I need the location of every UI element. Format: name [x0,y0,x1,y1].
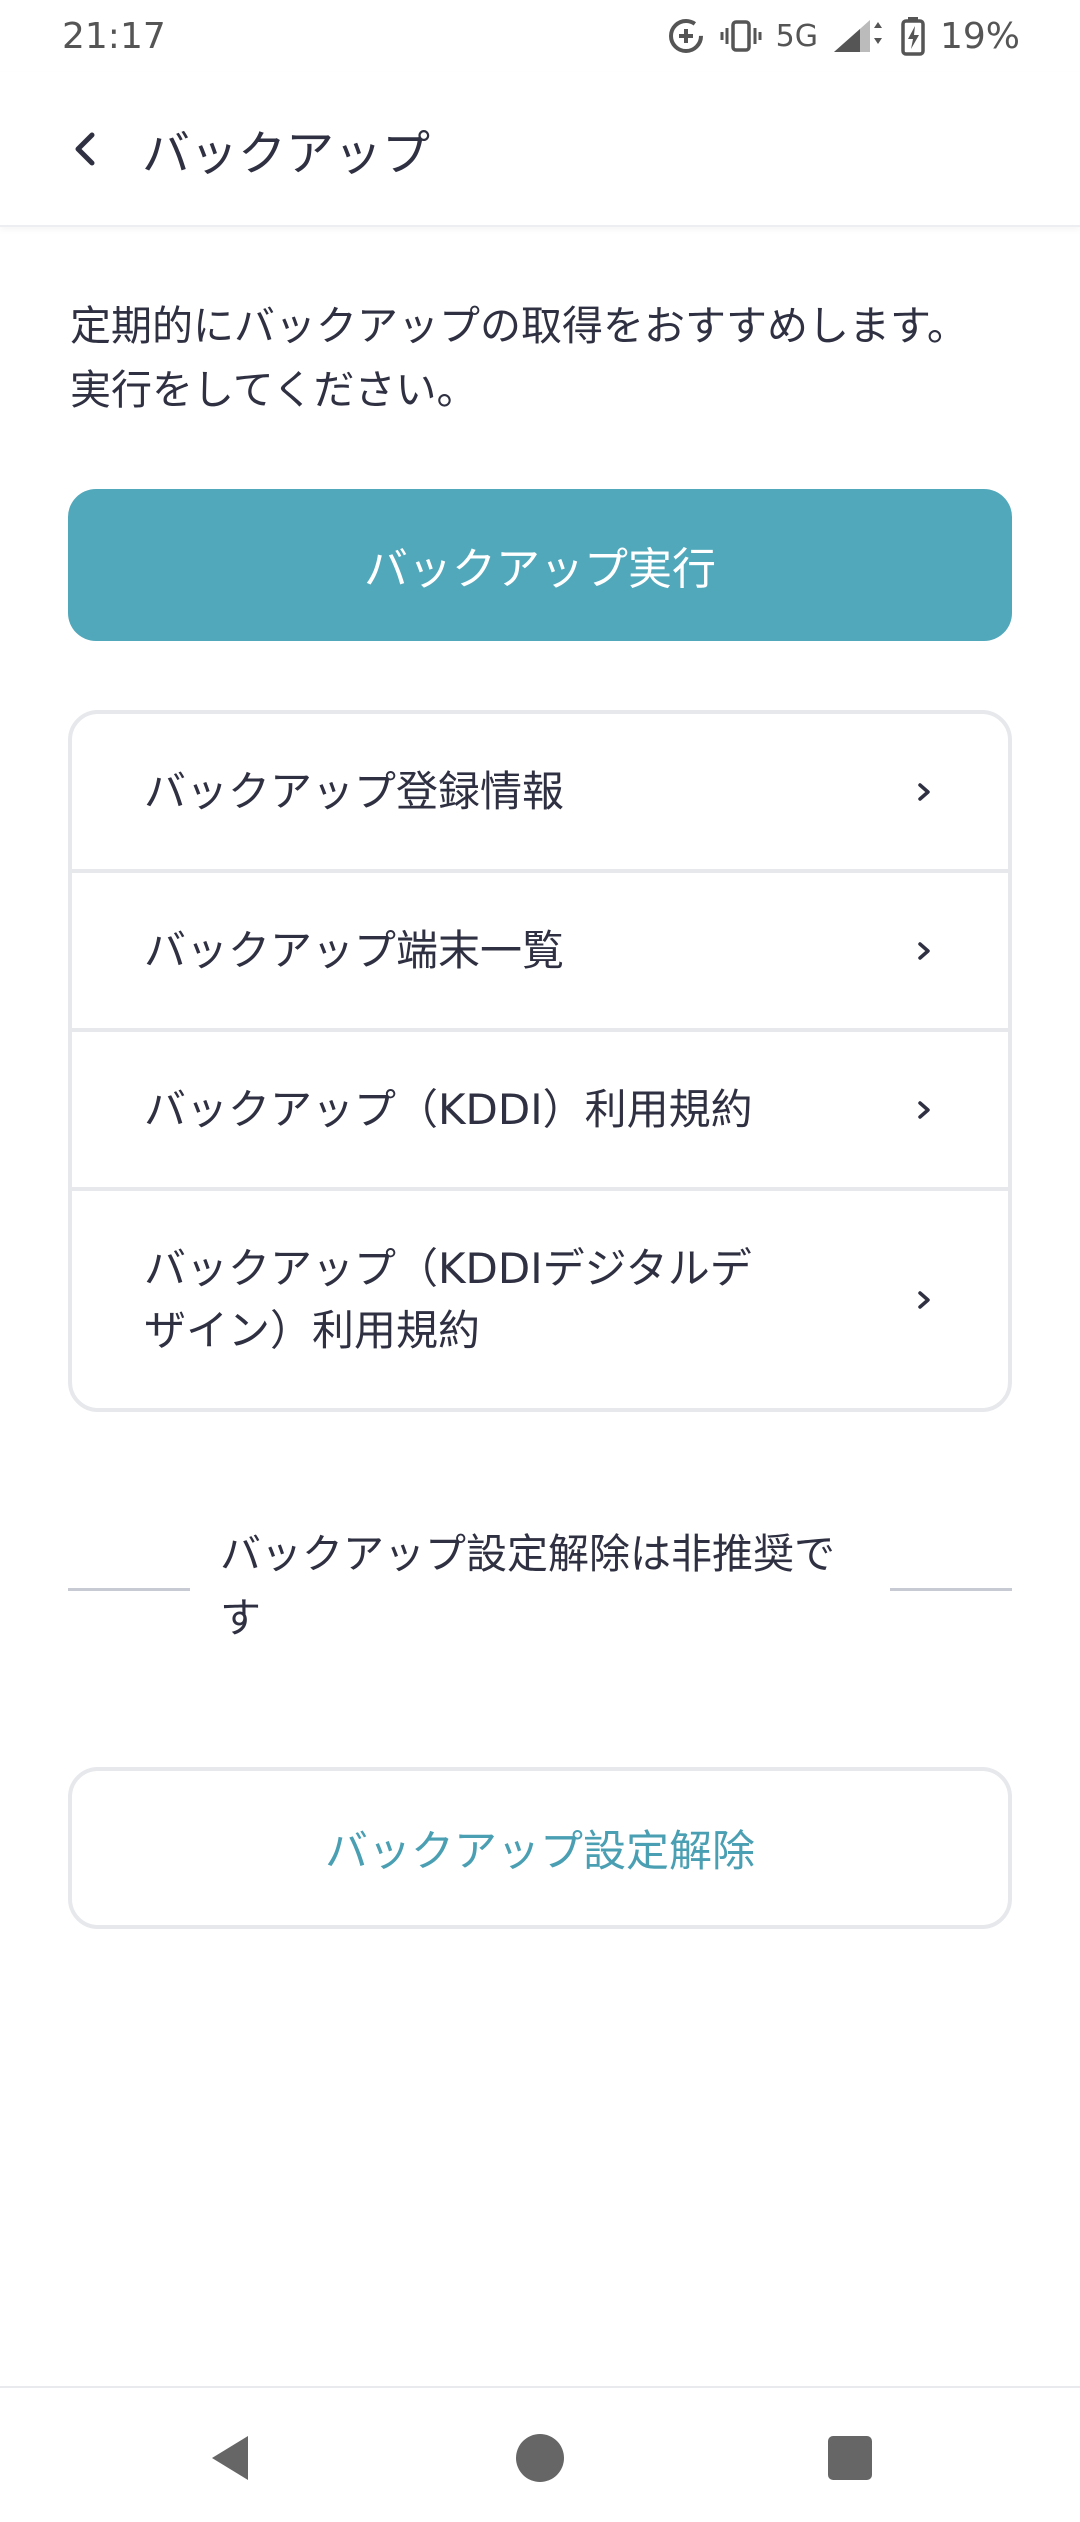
page-title: バックアップ [142,125,431,182]
run-backup-button[interactable]: バックアップ実行 [68,489,1012,641]
chevron-right-icon [918,1290,930,1309]
nav-home-icon[interactable] [510,2428,570,2488]
list-item-registration-info[interactable]: バックアップ登録情報 [72,714,1008,869]
battery-percent: 19% [939,15,1020,57]
list-item-label: バックアップ登録情報 [144,766,565,816]
chevron-right-icon [918,941,930,960]
status-icons: 5G 19% [666,16,1020,57]
list-item-kddi-terms[interactable]: バックアップ（KDDI）利用規約 [72,1032,1008,1187]
status-bar: 21:17 5G 19% [0,0,1080,72]
notice-text: バックアップ設定解除は非推奨です [220,1530,835,1642]
chevron-right-icon [918,1100,930,1119]
list-item-device-list[interactable]: バックアップ端末一覧 [72,873,1008,1028]
nav-recents-icon[interactable] [820,2428,880,2488]
signal-icon [833,20,882,52]
list-item-label: バックアップ（KDDI）利用規約 [144,1084,753,1134]
disable-backup-button[interactable]: バックアップ設定解除 [68,1767,1012,1929]
status-time: 21:17 [62,15,166,57]
battery-charging-icon [901,17,925,56]
list-item-label: バックアップ（KDDIデジタルデザイン）利用規約 [144,1243,752,1355]
notice-line-right [890,1588,1012,1591]
notice-line-left [68,1588,190,1591]
back-button[interactable] [50,114,120,184]
vibrate-icon [720,20,762,52]
data-saver-icon [668,19,703,53]
nav-back-icon[interactable] [200,2428,260,2488]
list-item-label: バックアップ端末一覧 [144,925,565,975]
system-nav-bar [0,2386,1080,2522]
app-bar: バックアップ [0,72,1080,227]
intro-text: 定期的にバックアップの取得をおすすめします。実行をしてください。 [70,302,968,414]
network-type: 5G [775,18,818,54]
chevron-right-icon [918,782,930,801]
deprecation-notice: バックアップ設定解除は非推奨です [68,1522,1012,1652]
chevron-left-icon [75,132,95,165]
list-item-kddi-digital-design-terms[interactable]: バックアップ（KDDIデジタルデザイン）利用規約 [72,1191,1008,1408]
backup-menu-list: バックアップ登録情報 バックアップ端末一覧 バックアップ（KDDI）利用規約 バ… [68,710,1012,1412]
